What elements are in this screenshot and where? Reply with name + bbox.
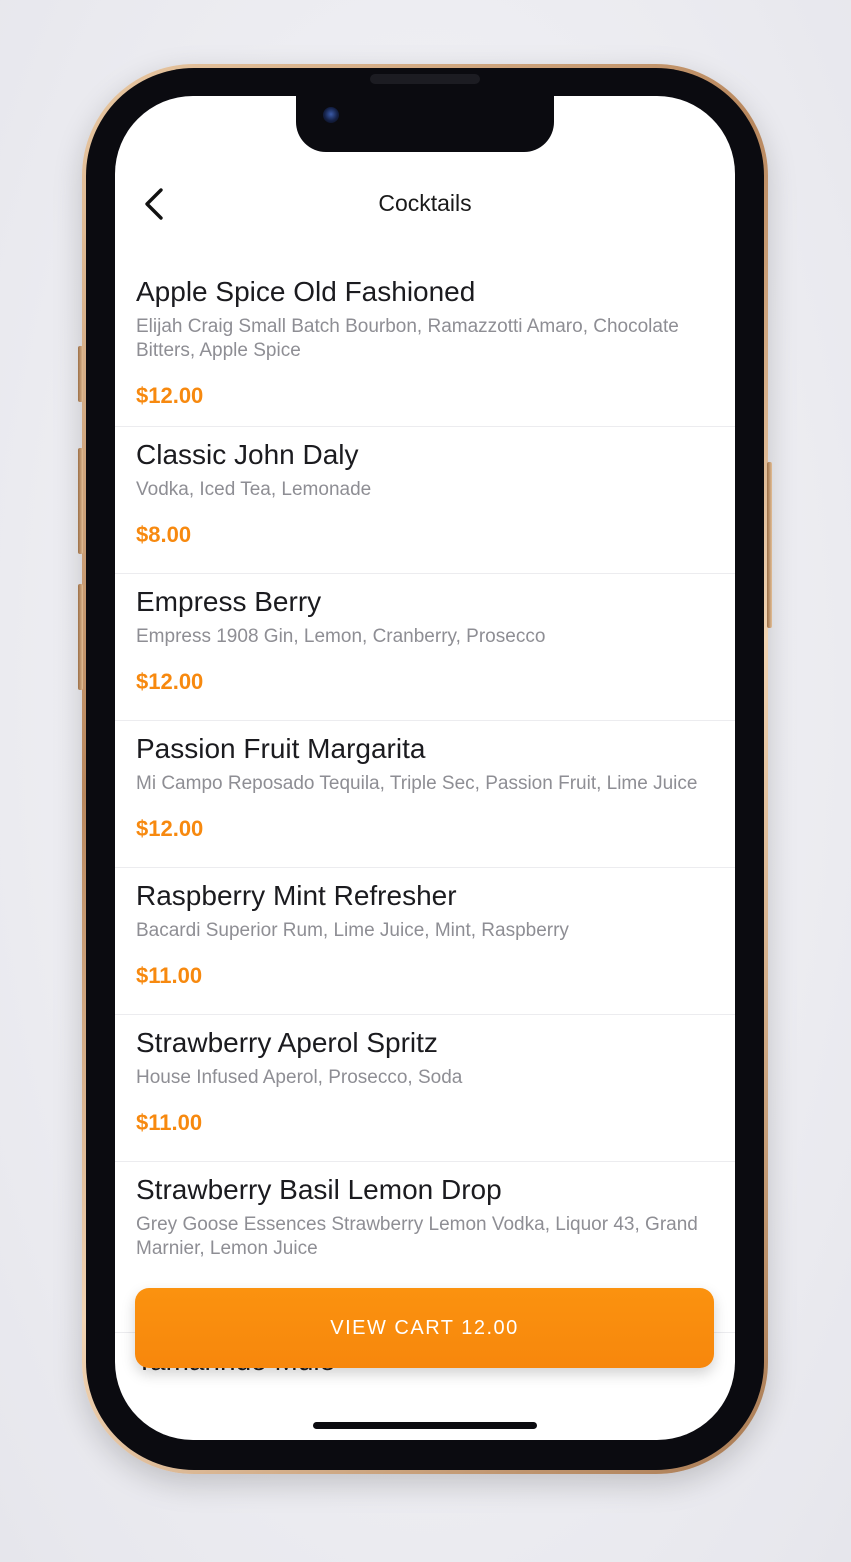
earpiece-speaker: [370, 74, 480, 84]
menu-item[interactable]: Empress Berry Empress 1908 Gin, Lemon, C…: [115, 574, 735, 721]
item-price: $12.00: [136, 816, 204, 841]
item-name: Strawberry Basil Lemon Drop: [136, 1174, 502, 1205]
item-price: $11.00: [136, 1110, 203, 1135]
item-description: Empress 1908 Gin, Lemon, Cranberry, Pros…: [136, 626, 546, 647]
item-price: $12.00: [136, 669, 204, 694]
app-screen: Cocktails Apple Spice Old Fashioned Elij…: [115, 96, 735, 1440]
item-price: $8.00: [136, 522, 192, 547]
notch: [296, 96, 554, 152]
item-description: Vodka, Iced Tea, Lemonade: [136, 479, 372, 500]
item-description: Grey Goose Essences Strawberry Lemon Vod…: [136, 1214, 698, 1259]
home-indicator: [313, 1422, 537, 1429]
item-name: Apple Spice Old Fashioned: [136, 276, 476, 307]
item-name: Passion Fruit Margarita: [136, 733, 426, 764]
item-price: $12.00: [136, 383, 204, 408]
front-camera-icon: [323, 107, 339, 123]
item-description: Elijah Craig Small Batch Bourbon, Ramazz…: [136, 316, 679, 361]
menu-list: Apple Spice Old Fashioned Elijah Craig S…: [115, 264, 735, 1440]
menu-item[interactable]: Passion Fruit Margarita Mi Campo Reposad…: [115, 721, 735, 868]
item-name: Strawberry Aperol Spritz: [136, 1027, 438, 1058]
item-price: $11.00: [136, 963, 203, 988]
page-title: Cocktails: [378, 190, 472, 216]
power-button: [767, 462, 772, 628]
item-name: Empress Berry: [136, 586, 322, 617]
volume-up-button: [78, 448, 83, 554]
device-mockup: Cocktails Apple Spice Old Fashioned Elij…: [0, 0, 851, 1562]
menu-item[interactable]: Raspberry Mint Refresher Bacardi Superio…: [115, 868, 735, 1015]
view-cart-button[interactable]: VIEW CART 12.00: [135, 1288, 714, 1368]
menu-item[interactable]: Classic John Daly Vodka, Iced Tea, Lemon…: [115, 427, 735, 574]
item-description: House Infused Aperol, Prosecco, Soda: [136, 1067, 463, 1088]
menu-item[interactable]: Apple Spice Old Fashioned Elijah Craig S…: [115, 264, 735, 427]
item-name: Classic John Daly: [136, 439, 359, 470]
menu-item[interactable]: Strawberry Aperol Spritz House Infused A…: [115, 1015, 735, 1162]
silent-switch: [78, 346, 83, 402]
volume-down-button: [78, 584, 83, 690]
nav-header: Cocktails: [115, 156, 735, 252]
item-name: Raspberry Mint Refresher: [136, 880, 457, 911]
item-description: Mi Campo Reposado Tequila, Triple Sec, P…: [136, 773, 698, 794]
item-description: Bacardi Superior Rum, Lime Juice, Mint, …: [136, 920, 569, 941]
